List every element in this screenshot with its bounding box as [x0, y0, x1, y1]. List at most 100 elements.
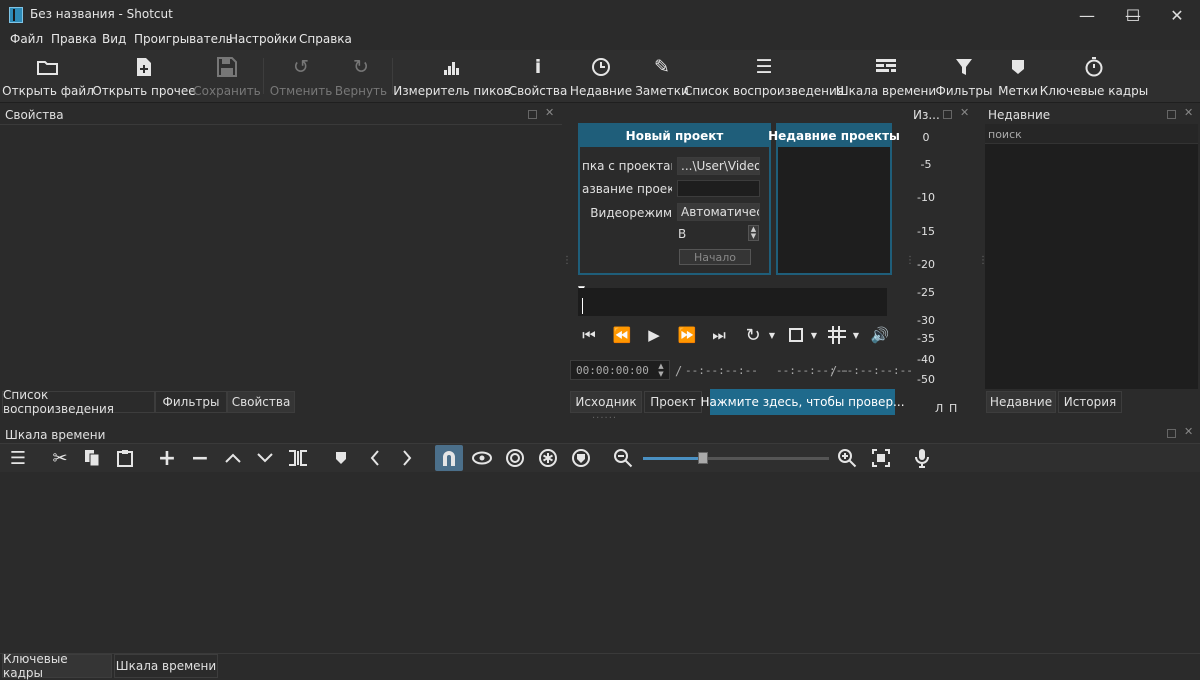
menu-player[interactable]: Проигрыватель [134, 32, 233, 46]
scrub-eye-icon[interactable] [468, 445, 496, 471]
float-icon[interactable] [528, 110, 537, 119]
zoom-fit-icon[interactable] [786, 324, 806, 346]
tab-recent[interactable]: Недавние [986, 391, 1056, 413]
tab-source[interactable]: Исходник [570, 391, 642, 413]
update-check-notice[interactable]: Нажмите здесь, чтобы провер... [700, 389, 905, 415]
open-other-button[interactable]: Открыть прочее [92, 54, 196, 100]
redo-label: Вернуть [334, 84, 388, 98]
previous-marker-icon[interactable] [361, 445, 389, 471]
tab-playlist[interactable]: Список воспроизведения [2, 388, 155, 416]
markers-button[interactable]: Метки [998, 54, 1038, 100]
meter-level: -20 [917, 258, 935, 271]
snap-magnet-icon[interactable] [435, 445, 463, 471]
float-icon[interactable] [1167, 110, 1176, 119]
timeline-tracks-area[interactable] [0, 473, 1200, 653]
next-marker-icon[interactable] [393, 445, 421, 471]
filters-button[interactable]: Фильтры [936, 54, 992, 100]
ripple-markers-icon[interactable] [567, 445, 595, 471]
keyframes-button[interactable]: Ключевые кадры [1040, 54, 1148, 100]
meter-panel-title: Из... [913, 108, 940, 122]
menu-settings[interactable]: Настройки [229, 32, 297, 46]
microphone-icon[interactable] [908, 445, 936, 471]
open-file-button[interactable]: Открыть файл [2, 54, 94, 100]
menu-file[interactable]: Файл [10, 32, 43, 46]
close-icon[interactable]: ✕ [960, 106, 969, 119]
remove-icon[interactable]: − [186, 445, 214, 471]
split-icon[interactable] [284, 445, 312, 471]
chevron-down-icon[interactable]: ▼ [766, 324, 778, 346]
save-button[interactable]: Сохранить [193, 54, 261, 100]
window-close-button[interactable]: ✕ [1154, 0, 1200, 30]
recent-list[interactable] [985, 124, 1198, 389]
copy-icon[interactable] [78, 445, 106, 471]
video-mode-select[interactable]: Автоматически [677, 203, 760, 221]
tab-project[interactable]: Проект [644, 391, 702, 413]
window-maximize-button[interactable]: ☐ [1110, 0, 1156, 30]
recent-button[interactable]: Недавние [570, 54, 632, 100]
close-icon[interactable]: ✕ [1184, 425, 1193, 438]
projects-folder-field[interactable]: ...\User\Videos [677, 157, 760, 175]
start-button[interactable]: Начало [679, 249, 751, 265]
splitter-handle[interactable]: ⋮ [905, 255, 915, 266]
close-icon[interactable]: ✕ [1184, 106, 1193, 119]
cut-icon[interactable]: ✂ [46, 445, 74, 471]
zoom-fit-icon[interactable] [867, 445, 895, 471]
info-icon: i [534, 56, 542, 78]
tab-properties[interactable]: Свойства [227, 391, 295, 413]
menu-view[interactable]: Вид [102, 32, 126, 46]
undo-label: Отменить [269, 84, 333, 98]
stopwatch-icon [1084, 54, 1104, 80]
timecode-spin-icon[interactable]: ▲ ▼ [656, 362, 666, 378]
notes-button[interactable]: ✎ Заметки [635, 54, 689, 100]
splitter-handle[interactable]: ······ [592, 413, 617, 424]
close-icon[interactable]: ✕ [545, 106, 554, 119]
splitter-handle[interactable]: ⋮ [562, 255, 572, 266]
menu-edit[interactable]: Правка [51, 32, 97, 46]
properties-panel-title: Свойства [5, 108, 64, 122]
zoom-in-icon[interactable] [833, 445, 861, 471]
tab-history[interactable]: История [1058, 391, 1122, 413]
fast-forward-icon[interactable]: ⏩ [676, 324, 698, 346]
zoom-slider-handle[interactable] [698, 452, 709, 464]
notes-icon: ✎ [654, 56, 670, 78]
tab-keyframes[interactable]: Ключевые кадры [2, 652, 112, 680]
skip-to-end-icon[interactable]: ⏭ [708, 324, 730, 346]
skip-to-start-icon[interactable]: ⏮ [578, 324, 600, 346]
scrub-bar[interactable] [578, 288, 887, 316]
window-minimize-button[interactable]: — [1064, 0, 1110, 30]
overwrite-icon[interactable] [251, 445, 279, 471]
chevron-down-icon[interactable]: ▼ [808, 324, 820, 346]
redo-button[interactable]: ↻ Вернуть [334, 54, 388, 100]
timeline-button[interactable]: Шкала времени [836, 54, 936, 100]
ripple-icon[interactable] [501, 445, 529, 471]
float-icon[interactable] [943, 110, 952, 119]
ripple-all-tracks-icon[interactable] [534, 445, 562, 471]
meter-channel-right: П [949, 402, 958, 415]
peak-meter-button[interactable]: Измеритель пиков [393, 54, 511, 100]
undo-button[interactable]: ↺ Отменить [269, 54, 333, 100]
keyframes-label: Ключевые кадры [1039, 84, 1149, 98]
menu-help[interactable]: Справка [299, 32, 352, 46]
chevron-down-icon[interactable]: ▼ [850, 324, 862, 346]
float-icon[interactable] [1167, 429, 1176, 438]
loop-icon[interactable]: ↻ [742, 324, 764, 346]
timeline-menu-icon[interactable]: ☰ [4, 445, 32, 471]
paste-icon[interactable] [111, 445, 139, 471]
playlist-button[interactable]: ☰ Список воспроизведения [684, 54, 844, 100]
grid-icon[interactable] [826, 324, 848, 346]
spinbox-arrows-icon[interactable]: ▲ ▼ [748, 225, 759, 241]
append-icon[interactable]: + [153, 445, 181, 471]
play-icon[interactable]: ▶ [644, 324, 664, 346]
marker-icon[interactable] [327, 445, 355, 471]
volume-icon[interactable]: 🔊 [868, 324, 892, 346]
lift-icon[interactable] [219, 445, 247, 471]
meter-level: -15 [917, 225, 935, 238]
timecode-field[interactable]: 00:00:00:00 [570, 360, 670, 380]
tab-timeline[interactable]: Шкала времени [114, 654, 218, 678]
tab-filters[interactable]: Фильтры [155, 391, 227, 413]
properties-button[interactable]: i Свойства [509, 54, 568, 100]
zoom-out-icon[interactable] [609, 445, 637, 471]
rewind-icon[interactable]: ⏪ [610, 324, 634, 346]
save-label: Сохранить [193, 84, 261, 98]
project-name-field[interactable] [677, 180, 760, 197]
